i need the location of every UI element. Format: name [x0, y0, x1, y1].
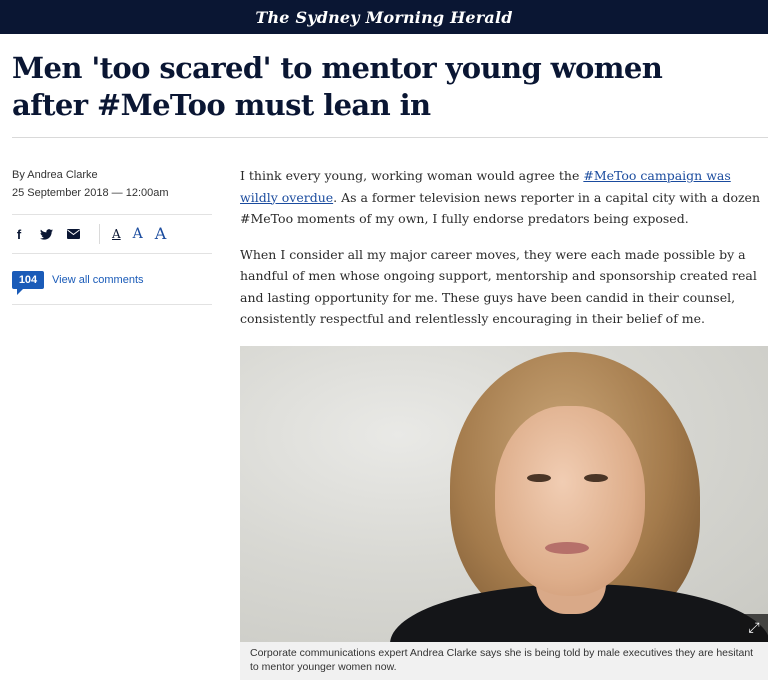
email-icon[interactable]	[66, 227, 80, 241]
article-meta: By Andrea Clarke 25 September 2018 — 12:…	[12, 168, 212, 305]
article-body: I think every young, working woman would…	[240, 165, 768, 344]
share-toolbar: f A A A	[12, 215, 212, 253]
paragraph: When I consider all my major career move…	[240, 246, 757, 327]
masthead: The Sydney Morning Herald	[0, 0, 768, 34]
twitter-icon[interactable]	[39, 227, 53, 241]
paragraph: I think every young, working woman would…	[240, 168, 761, 226]
comments-link-row[interactable]: 104 View all comments	[12, 260, 212, 300]
portrait-eye	[584, 474, 608, 482]
site-logo[interactable]: The Sydney Morning Herald	[255, 8, 512, 27]
portrait-face	[495, 406, 645, 596]
article-headline: Men 'too scared' to mentor young women a…	[12, 51, 663, 122]
byline[interactable]: By Andrea Clarke	[12, 168, 212, 183]
portrait-lips	[545, 542, 589, 554]
portrait-eye	[527, 474, 551, 482]
toolbar-separator	[99, 224, 100, 244]
meta-divider	[12, 304, 212, 305]
publish-date: 25 September 2018 — 12:00am	[12, 187, 169, 199]
image-caption-box: Corporate communications expert Andrea C…	[240, 642, 768, 680]
view-all-comments-link[interactable]: View all comments	[52, 274, 144, 286]
font-size-large-button[interactable]: A	[155, 226, 167, 242]
article-image[interactable]: ⤢	[240, 346, 768, 642]
meta-divider	[12, 253, 212, 254]
headline-divider	[12, 137, 768, 138]
font-size-medium-button[interactable]: A	[133, 227, 143, 241]
expand-image-icon[interactable]: ⤢	[740, 614, 768, 642]
font-size-small-button[interactable]: A	[112, 228, 121, 240]
image-caption: Corporate communications expert Andrea C…	[250, 647, 754, 673]
facebook-icon[interactable]: f	[12, 227, 26, 242]
comment-count-badge[interactable]: 104	[12, 271, 44, 295]
